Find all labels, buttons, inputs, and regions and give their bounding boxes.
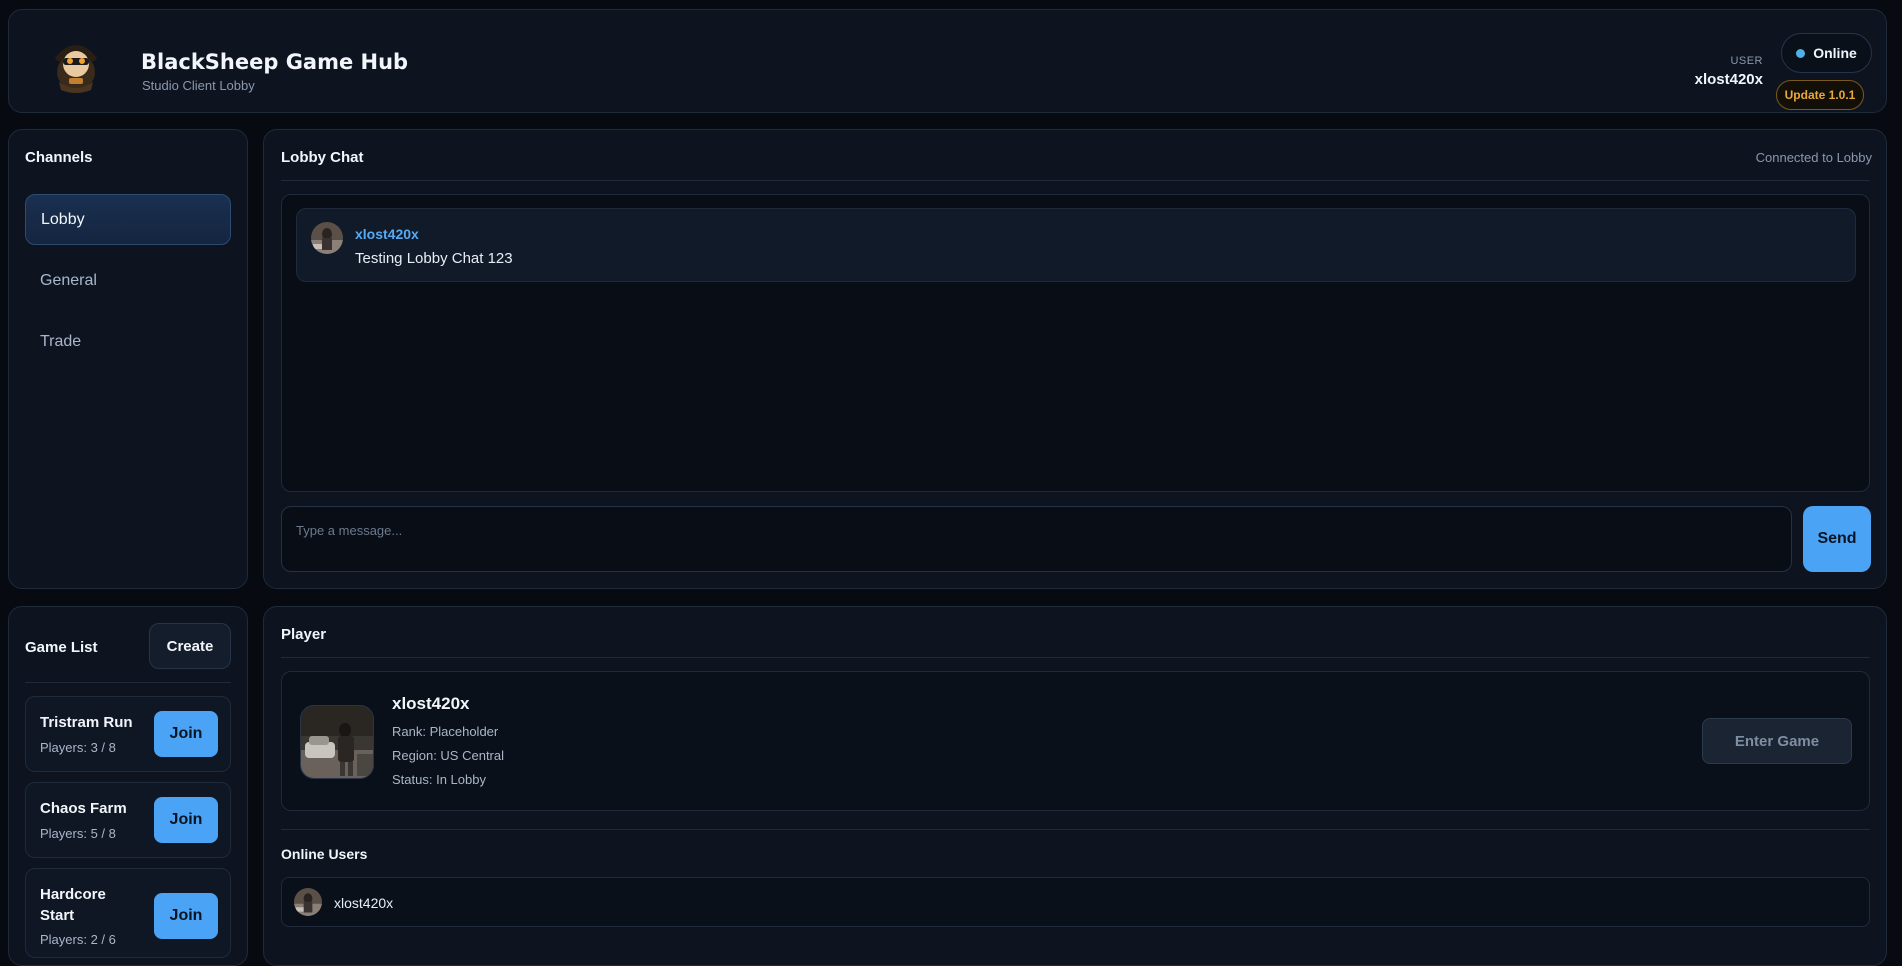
game-list-panel: Game List Create Tristram Run Players: 3…	[8, 606, 248, 966]
player-panel: Player xlost420x Rank: Placeholder Regio…	[263, 606, 1887, 966]
message-text: Testing Lobby Chat 123	[355, 250, 513, 267]
player-divider	[281, 657, 1870, 658]
online-status-badge[interactable]: Online	[1781, 33, 1872, 73]
channels-panel: Channels Lobby General Trade	[8, 129, 248, 589]
send-button[interactable]: Send	[1803, 506, 1871, 572]
game-name: Chaos Farm	[40, 800, 127, 817]
chat-divider	[281, 180, 1870, 181]
chat-panel: Lobby Chat Connected to Lobby xlost420x …	[263, 129, 1887, 589]
app-logo	[45, 32, 107, 94]
channel-trade[interactable]: Trade	[25, 316, 231, 367]
player-status: Status: In Lobby	[392, 772, 486, 787]
online-user-name: xlost420x	[334, 895, 394, 911]
chat-title: Lobby Chat	[281, 149, 364, 166]
user-label: USER	[1730, 55, 1763, 67]
online-users-title: Online Users	[281, 846, 368, 862]
user-name: xlost420x	[1694, 71, 1763, 88]
player-avatar	[300, 705, 374, 779]
connection-status: Connected to Lobby	[1755, 150, 1872, 165]
avatar	[294, 888, 322, 916]
online-user-item[interactable]: xlost420x	[281, 877, 1870, 927]
channel-label: Trade	[40, 332, 82, 350]
update-version-badge[interactable]: Update 1.0.1	[1776, 80, 1864, 110]
player-rank: Rank: Placeholder	[392, 724, 499, 739]
channel-label: General	[40, 271, 97, 289]
game-players: Players: 2 / 6	[40, 932, 116, 947]
create-game-button[interactable]: Create	[149, 623, 231, 669]
game-name: Hardcore Start	[40, 886, 106, 924]
app-header: BlackSheep Game Hub Studio Client Lobby …	[8, 9, 1887, 113]
game-item-chaos-farm: Chaos Farm Players: 5 / 8 Join	[25, 782, 231, 858]
app-title: BlackSheep Game Hub	[141, 50, 409, 74]
game-list-title: Game List	[25, 639, 98, 656]
channel-lobby[interactable]: Lobby	[25, 194, 231, 245]
player-region: Region: US Central	[392, 748, 504, 763]
enter-game-button[interactable]: Enter Game	[1702, 718, 1852, 764]
app-subtitle: Studio Client Lobby	[142, 78, 255, 93]
status-dot-icon	[1796, 48, 1806, 58]
chat-messages-area[interactable]: xlost420x Testing Lobby Chat 123	[281, 194, 1870, 492]
join-button[interactable]: Join	[154, 797, 218, 843]
game-item-tristram-run: Tristram Run Players: 3 / 8 Join	[25, 696, 231, 772]
message-input[interactable]	[281, 506, 1792, 572]
channels-title: Channels	[25, 149, 93, 166]
game-name: Tristram Run	[40, 714, 133, 731]
player-card: xlost420x Rank: Placeholder Region: US C…	[281, 671, 1870, 811]
game-players: Players: 3 / 8	[40, 740, 116, 755]
avatar	[311, 222, 343, 254]
status-label: Online	[1813, 45, 1857, 61]
player-title: Player	[281, 626, 327, 643]
game-players: Players: 5 / 8	[40, 826, 116, 841]
join-button[interactable]: Join	[154, 711, 218, 757]
chat-message: xlost420x Testing Lobby Chat 123	[296, 208, 1856, 282]
game-list-divider	[25, 682, 231, 683]
channel-general[interactable]: General	[25, 255, 231, 306]
player-name: xlost420x	[392, 694, 470, 713]
message-author[interactable]: xlost420x	[355, 226, 419, 242]
channel-label: Lobby	[41, 210, 85, 228]
join-button[interactable]: Join	[154, 893, 218, 939]
game-item-hardcore-start: Hardcore Start Players: 2 / 6 Join	[25, 868, 231, 958]
online-divider	[281, 829, 1870, 830]
